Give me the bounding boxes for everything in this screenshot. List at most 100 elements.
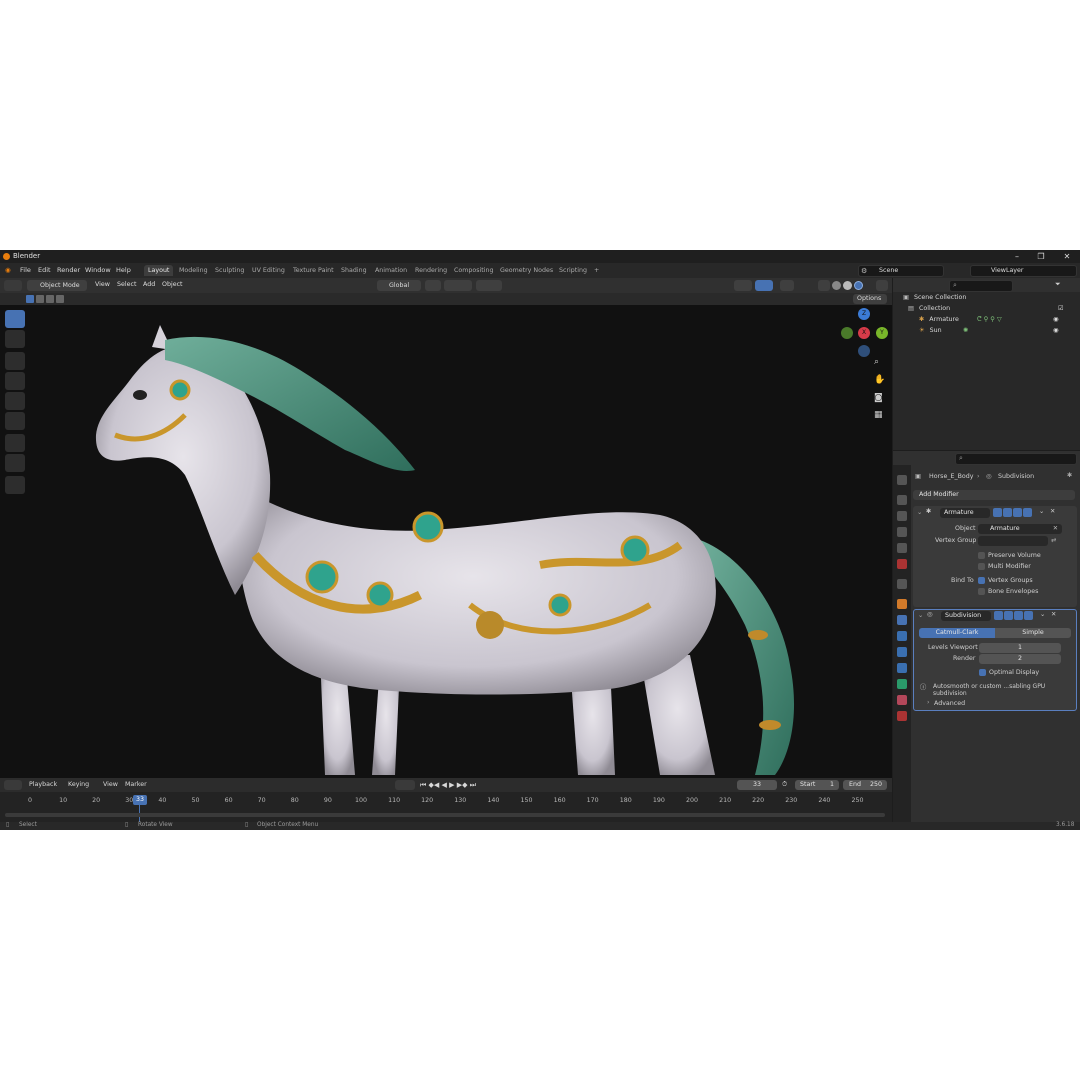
subdivision-modifier-toggles[interactable]	[994, 611, 1034, 620]
menu-help[interactable]: Help	[116, 266, 131, 274]
collapse-chevron-icon[interactable]: ⌄	[917, 509, 922, 516]
view-layer-tab-icon[interactable]	[897, 527, 907, 537]
levels-viewport-field[interactable]: 1	[979, 643, 1061, 653]
armature-modifier-name-field[interactable]: Armature	[940, 508, 990, 518]
invert-vertex-group-icon[interactable]: ⇄	[1051, 537, 1056, 544]
timeline-menu-view[interactable]: View	[103, 781, 118, 788]
wireframe-shading-icon[interactable]	[832, 281, 841, 290]
clear-field-icon[interactable]: ✕	[1053, 524, 1058, 534]
physics-tab-icon[interactable]	[897, 647, 907, 657]
subdivision-modifier-name-field[interactable]: Subdivision	[941, 611, 991, 621]
pin-icon[interactable]: ✱	[1067, 472, 1072, 479]
texture-tab-icon[interactable]	[897, 711, 907, 721]
xray-toggle-button[interactable]	[818, 280, 830, 291]
particles-tab-icon[interactable]	[897, 631, 907, 641]
tab-layout[interactable]: Layout	[144, 265, 174, 276]
transform-orientation-dropdown[interactable]: Global	[377, 280, 421, 291]
add-workspace-button[interactable]: +	[590, 265, 603, 276]
timeline-scrollbar[interactable]	[5, 813, 885, 817]
camera-view-icon[interactable]: ◙	[874, 393, 886, 405]
pan-hand-icon[interactable]: ✋	[874, 375, 886, 387]
playhead-frame-indicator[interactable]: 33	[133, 795, 147, 805]
stopwatch-icon[interactable]: ⏱	[782, 781, 787, 789]
zoom-icon[interactable]: ⌕	[874, 357, 886, 369]
gizmo-y-axis[interactable]: Y	[876, 327, 888, 339]
menu-edit[interactable]: Edit	[38, 266, 51, 274]
options-dropdown[interactable]: Options	[853, 294, 887, 304]
advanced-subpanel[interactable]: Advanced	[934, 700, 965, 707]
timeline-menu-keying[interactable]: Keying	[68, 781, 89, 788]
3d-viewport[interactable]: Z X Y ⌕ ✋ ◙ ▦	[0, 305, 892, 778]
gizmo-neg-z-axis[interactable]	[858, 345, 870, 357]
add-modifier-button[interactable]: Add Modifier	[913, 490, 1075, 500]
annotate-tool-icon[interactable]	[5, 434, 25, 452]
tab-uv-editing[interactable]: UV Editing	[248, 265, 289, 276]
tab-animation[interactable]: Animation	[371, 265, 411, 276]
render-levels-field[interactable]: 2	[979, 654, 1061, 664]
filter-icon[interactable]: ⏷	[1055, 280, 1061, 289]
select-mode-subtract-icon[interactable]	[46, 295, 54, 303]
material-tab-icon[interactable]	[897, 695, 907, 705]
tab-scripting[interactable]: Scripting	[555, 265, 591, 276]
select-box-tool-icon[interactable]	[5, 310, 25, 328]
dropdown-chevron-icon[interactable]: ⌄	[1039, 508, 1044, 515]
add-cube-tool-icon[interactable]	[5, 476, 25, 494]
gizmo-toggle-button[interactable]	[755, 280, 773, 291]
maximize-button[interactable]: ❐	[1030, 251, 1052, 262]
preserve-volume-checkbox[interactable]	[978, 552, 985, 559]
data-tab-icon[interactable]	[897, 679, 907, 689]
outliner-collection[interactable]: ▤ Collection ☑	[908, 305, 1078, 316]
scene-tab-icon[interactable]	[897, 543, 907, 553]
outliner-item-armature[interactable]: ✱ Armature ᕦ ⚲ ⚲ ▽ ◉	[919, 316, 1079, 327]
perspective-grid-icon[interactable]: ▦	[874, 410, 886, 422]
tab-geometry-nodes[interactable]: Geometry Nodes	[496, 265, 557, 276]
armature-object-field[interactable]: Armature ✕	[978, 524, 1062, 534]
optimal-display-checkbox[interactable]	[979, 669, 986, 676]
overlay-button[interactable]	[780, 280, 794, 291]
end-frame-field[interactable]: End 250	[843, 780, 887, 790]
tab-modeling[interactable]: Modeling	[175, 265, 212, 276]
pivot-point-button[interactable]	[425, 280, 441, 291]
tool-tab-icon[interactable]	[897, 475, 907, 485]
gizmo-neg-y-axis[interactable]	[841, 327, 853, 339]
armature-modifier-toggles[interactable]	[993, 508, 1033, 517]
shading-options-button[interactable]	[876, 280, 888, 291]
remove-modifier-icon[interactable]: ✕	[1051, 611, 1056, 618]
minimize-button[interactable]: –	[1006, 251, 1028, 262]
tab-shading[interactable]: Shading	[337, 265, 371, 276]
world-tab-icon[interactable]	[897, 559, 907, 569]
collection-tab-icon[interactable]	[897, 579, 907, 589]
visibility-eye-icon[interactable]: ◉	[1053, 316, 1059, 323]
auto-keying-button[interactable]	[395, 780, 415, 790]
blender-menu-icon[interactable]: ◉	[5, 266, 11, 274]
multi-modifier-checkbox[interactable]	[978, 563, 985, 570]
properties-search-input[interactable]: ⌕	[955, 453, 1077, 465]
menu-file[interactable]: File	[20, 266, 31, 274]
close-button[interactable]: ✕	[1056, 251, 1078, 262]
rotate-tool-icon[interactable]	[5, 372, 25, 390]
object-mode-dropdown[interactable]: Object Mode	[27, 280, 87, 291]
view-layer-selector[interactable]: ViewLayer	[970, 265, 1077, 277]
visibility-button[interactable]	[734, 280, 752, 291]
select-mode-new-icon[interactable]	[26, 295, 34, 303]
editor-type-button[interactable]	[4, 280, 22, 291]
measure-tool-icon[interactable]	[5, 454, 25, 472]
move-tool-icon[interactable]	[5, 352, 25, 370]
object-tab-icon[interactable]	[897, 599, 907, 609]
constraints-tab-icon[interactable]	[897, 663, 907, 673]
bone-envelopes-checkbox[interactable]	[978, 588, 985, 595]
vertex-groups-checkbox[interactable]	[978, 577, 985, 584]
output-tab-icon[interactable]	[897, 511, 907, 521]
viewport-menu-select[interactable]: Select	[117, 281, 136, 288]
select-mode-extend-icon[interactable]	[36, 295, 44, 303]
menu-render[interactable]: Render	[57, 266, 80, 274]
gizmo-x-axis[interactable]: X	[858, 327, 870, 339]
dropdown-chevron-icon[interactable]: ⌄	[1040, 611, 1045, 618]
viewport-menu-object[interactable]: Object	[162, 281, 183, 288]
timeline-menu-playback[interactable]: Playback	[29, 781, 57, 788]
gizmo-z-axis[interactable]: Z	[858, 308, 870, 320]
simple-button[interactable]: Simple	[995, 628, 1071, 638]
timeline-editor-type-button[interactable]	[4, 780, 22, 790]
solid-shading-icon[interactable]	[843, 281, 852, 290]
viewport-menu-add[interactable]: Add	[143, 281, 155, 288]
